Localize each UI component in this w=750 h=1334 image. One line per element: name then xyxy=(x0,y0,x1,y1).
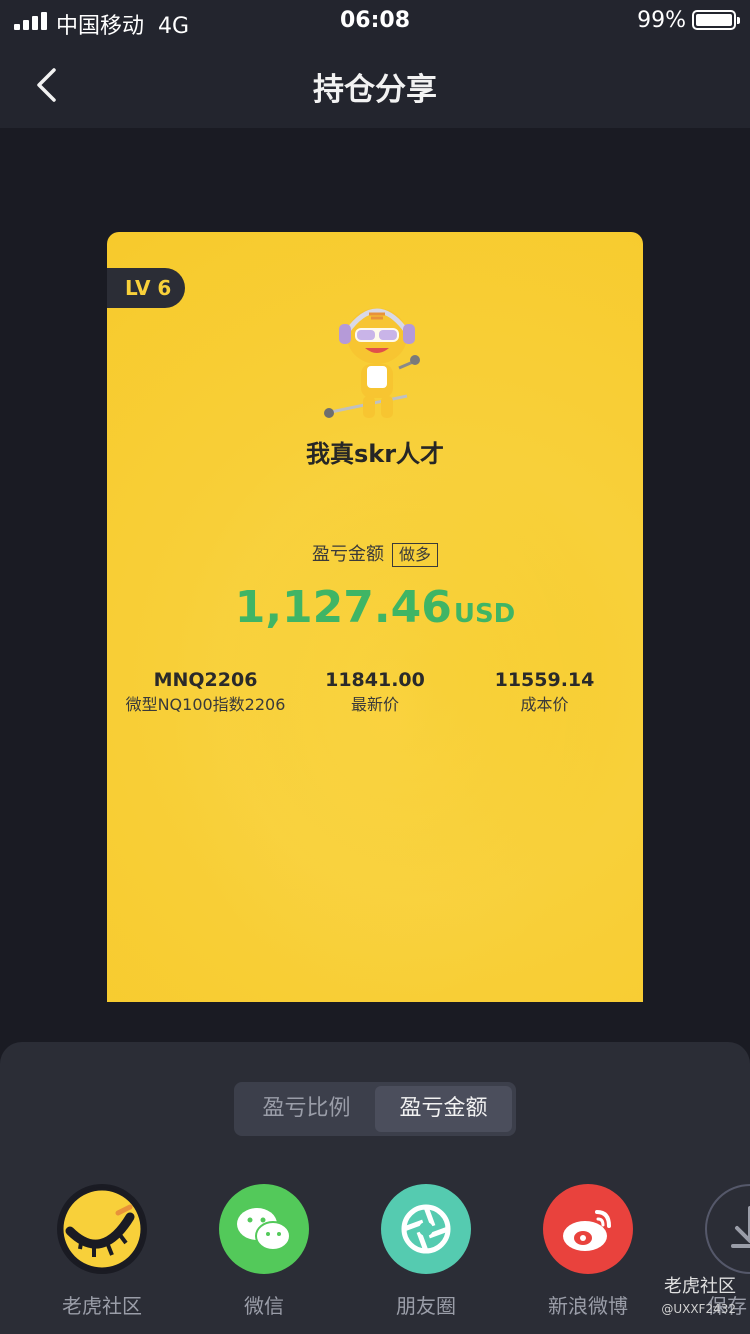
stat-latest-price: 11841.00 最新价 xyxy=(291,668,460,728)
share-sheet: 盈亏比例 盈亏金额 老虎社区 微信 朋友圈 新浪微博 保存 xyxy=(0,1042,750,1334)
share-card: LV 6 我真skr人才 盈亏金额 做多 1,127.46USD MNQ2206 … xyxy=(107,232,643,1002)
wechat-icon xyxy=(219,1184,309,1274)
stat-label: 最新价 xyxy=(350,695,399,714)
pnl-currency: USD xyxy=(453,599,516,629)
download-icon xyxy=(705,1184,750,1274)
battery-fill xyxy=(696,14,732,26)
tiger-mascot-icon xyxy=(324,308,420,418)
pnl-value: 1,127.46USD xyxy=(107,582,643,633)
share-label: 微信 xyxy=(244,1294,284,1318)
share-wechat[interactable]: 微信 xyxy=(199,1184,329,1319)
user-nickname: 我真skr人才 xyxy=(305,440,445,468)
page-title: 持仓分享 xyxy=(313,72,437,108)
share-targets: 老虎社区 微信 朋友圈 新浪微博 保存 xyxy=(0,1184,750,1334)
stat-label: 成本价 xyxy=(520,695,569,714)
battery-percent: 99% xyxy=(637,8,686,33)
weibo-icon xyxy=(543,1184,633,1274)
level-badge: LV 6 xyxy=(107,268,185,308)
stat-label: 微型NQ100指数2206 xyxy=(125,695,286,714)
share-label: 朋友圈 xyxy=(396,1294,456,1318)
share-label: 老虎社区 xyxy=(62,1294,142,1318)
watermark-text: 老虎社区 xyxy=(664,1276,736,1297)
pnl-label-row: 盈亏金额 做多 xyxy=(107,540,643,567)
status-bar: 中国移动 4G 06:08 99% xyxy=(0,0,750,42)
stat-value: MNQ2206 xyxy=(153,669,258,691)
share-moments[interactable]: 朋友圈 xyxy=(361,1184,491,1319)
pnl-label: 盈亏金额 xyxy=(311,544,384,565)
stat-symbol: MNQ2206 微型NQ100指数2206 xyxy=(121,668,290,728)
tiger-community-icon xyxy=(57,1184,147,1274)
direction-tag: 做多 xyxy=(391,543,438,567)
share-weibo[interactable]: 新浪微博 xyxy=(523,1184,653,1319)
stat-value: 11841.00 xyxy=(325,669,425,691)
nav-bar: 持仓分享 xyxy=(0,42,750,128)
moments-icon xyxy=(381,1184,471,1274)
pnl-amount: 1,127.46 xyxy=(234,582,452,633)
position-stats: MNQ2206 微型NQ100指数2206 11841.00 最新价 11559… xyxy=(121,668,629,728)
stat-cost-price: 11559.14 成本价 xyxy=(460,668,629,728)
watermark: 老虎社区 @UXXF2432 xyxy=(661,1276,736,1320)
battery-icon xyxy=(692,10,740,30)
toggle-pnl-ratio[interactable]: 盈亏比例 xyxy=(238,1086,375,1132)
display-mode-toggle: 盈亏比例 盈亏金额 xyxy=(234,1082,516,1136)
stat-value: 11559.14 xyxy=(494,669,595,691)
watermark-handle: @UXXF2432 xyxy=(661,1302,736,1316)
share-tiger-community[interactable]: 老虎社区 xyxy=(37,1184,167,1319)
toggle-pnl-amount[interactable]: 盈亏金额 xyxy=(375,1086,512,1132)
share-label: 新浪微博 xyxy=(548,1294,628,1318)
